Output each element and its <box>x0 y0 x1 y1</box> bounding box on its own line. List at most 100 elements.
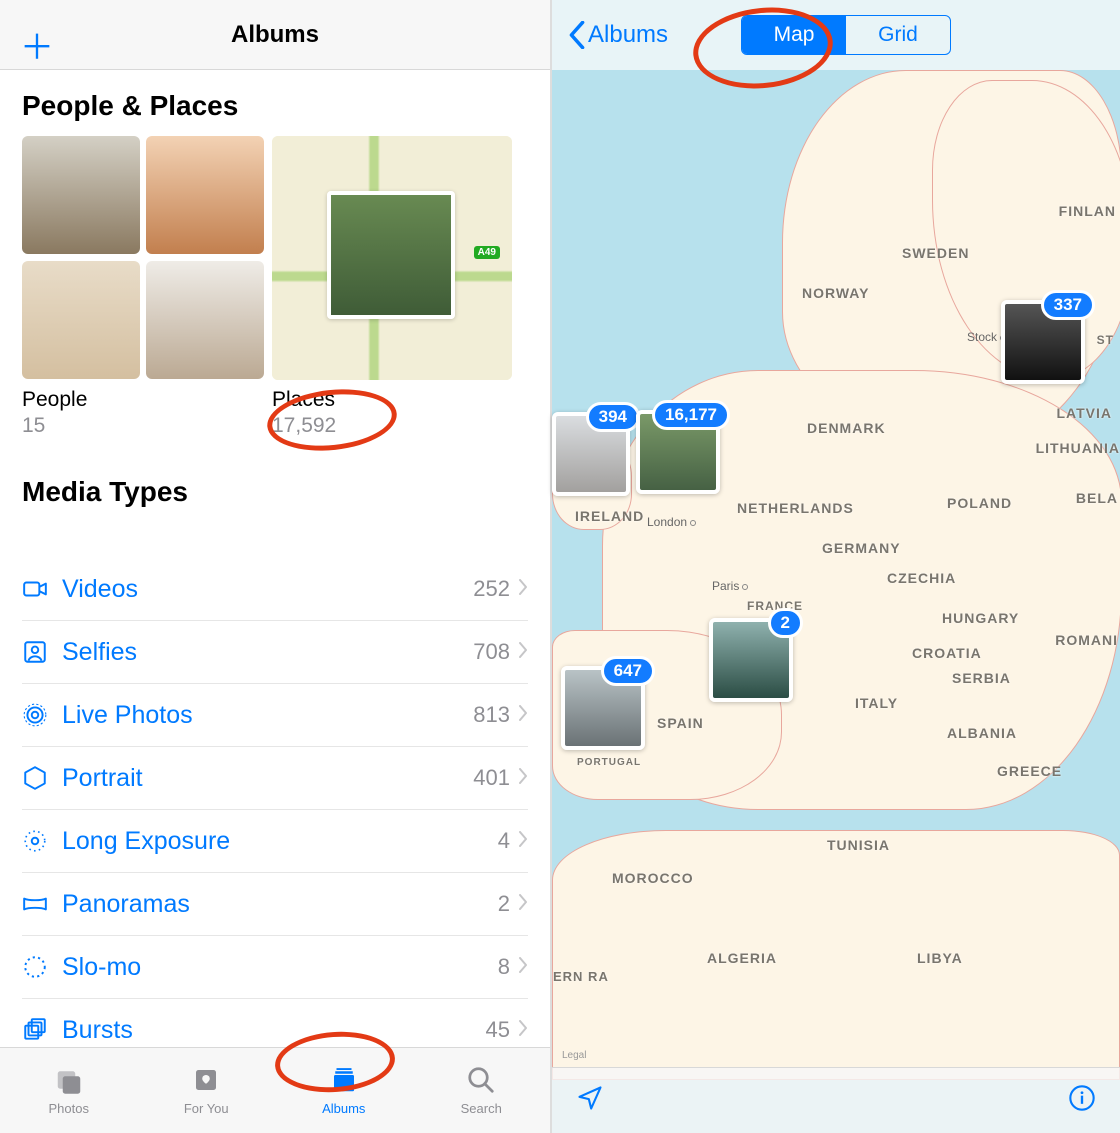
chevron-right-icon <box>518 642 528 663</box>
pano-icon <box>22 891 62 917</box>
albums-content: People & Places A49 People 15 Places 17, <box>0 70 550 1047</box>
country-label: NORWAY <box>802 285 869 301</box>
media-row-portrait[interactable]: Portrait401 <box>22 747 528 810</box>
country-label: TUNISIA <box>827 837 890 853</box>
photo-cluster[interactable]: 337 <box>1001 300 1085 384</box>
media-row-long[interactable]: Long Exposure4 <box>22 810 528 873</box>
media-row-burst[interactable]: Bursts45 <box>22 999 528 1047</box>
road-badge: A49 <box>474 246 500 259</box>
nav-header: ＋ Albums <box>0 0 550 70</box>
photo-cluster[interactable]: 16,177 <box>636 410 720 494</box>
media-count: 708 <box>473 639 510 665</box>
map-toolbar <box>552 1067 1120 1133</box>
country-label: HUNGARY <box>942 610 1019 626</box>
tab-bar: Photos For You Albums Search <box>0 1047 550 1133</box>
media-count: 401 <box>473 765 510 791</box>
places-photo-thumb <box>327 191 455 319</box>
places-map-pane: Albums Map Grid FINLAN SWEDEN NORWAY LAT… <box>552 0 1120 1133</box>
media-count: 2 <box>498 891 510 917</box>
country-label: LITHUANIA <box>1036 440 1120 456</box>
seg-grid[interactable]: Grid <box>846 16 950 54</box>
country-label: ALBANIA <box>947 725 1017 741</box>
country-label: GERMANY <box>822 540 901 556</box>
places-label: Places <box>272 388 512 412</box>
face-thumb <box>146 136 264 254</box>
tab-label: Search <box>461 1101 502 1116</box>
back-button[interactable]: Albums <box>568 21 668 49</box>
city-label: Paris <box>712 579 748 593</box>
tab-icon <box>54 1065 84 1098</box>
country-label: ST <box>1097 333 1114 347</box>
map-view[interactable]: FINLAN SWEDEN NORWAY LATVIA LITHUANIA DE… <box>552 70 1120 1133</box>
tab-icon <box>191 1065 221 1098</box>
tab-search[interactable]: Search <box>413 1065 551 1116</box>
seg-map[interactable]: Map <box>742 16 846 54</box>
chevron-right-icon <box>518 705 528 726</box>
media-row-pano[interactable]: Panoramas2 <box>22 873 528 936</box>
media-row-selfie[interactable]: Selfies708 <box>22 621 528 684</box>
country-label: MOROCCO <box>612 870 694 886</box>
country-label: CROATIA <box>912 645 982 661</box>
albums-pane: ＋ Albums People & Places A49 People 15 <box>0 0 552 1133</box>
country-label: PORTUGAL <box>577 757 641 768</box>
media-row-video[interactable]: Videos252 <box>22 558 528 621</box>
info-button[interactable] <box>1068 1084 1096 1117</box>
tab-label: Photos <box>49 1101 89 1116</box>
country-label: FINLAN <box>1059 203 1116 219</box>
country-label: DENMARK <box>807 420 886 436</box>
selfie-icon <box>22 639 62 665</box>
country-label: LATVIA <box>1056 405 1112 421</box>
country-label: SWEDEN <box>902 245 969 261</box>
tab-icon <box>329 1065 359 1098</box>
photo-cluster[interactable]: 2 <box>709 618 793 702</box>
country-label: SERBIA <box>952 670 1011 686</box>
tab-for-you[interactable]: For You <box>138 1065 276 1116</box>
country-label: ROMANI <box>1055 632 1118 648</box>
face-thumb <box>22 261 140 379</box>
country-label: GREECE <box>997 763 1062 779</box>
country-label: NETHERLANDS <box>737 500 854 516</box>
chevron-right-icon <box>518 894 528 915</box>
chevron-right-icon <box>518 957 528 978</box>
media-count: 252 <box>473 576 510 602</box>
add-button[interactable]: ＋ <box>20 20 54 69</box>
face-thumb <box>146 261 264 379</box>
chevron-right-icon <box>518 1020 528 1041</box>
country-label: LIBYA <box>917 950 963 966</box>
media-label: Portrait <box>62 764 473 793</box>
country-label: SPAIN <box>657 715 704 731</box>
photo-cluster[interactable]: 394 <box>552 412 630 496</box>
media-label: Live Photos <box>62 701 473 730</box>
media-label: Selfies <box>62 638 473 667</box>
location-button[interactable] <box>576 1084 604 1117</box>
media-count: 45 <box>486 1017 510 1043</box>
legal-link[interactable]: Legal <box>562 1050 586 1061</box>
tab-photos[interactable]: Photos <box>0 1065 138 1116</box>
media-row-slomo[interactable]: Slo-mo8 <box>22 936 528 999</box>
tab-albums[interactable]: Albums <box>275 1065 413 1116</box>
face-thumb <box>22 136 140 254</box>
media-count: 813 <box>473 702 510 728</box>
people-album[interactable] <box>22 136 262 380</box>
media-label: Bursts <box>62 1016 486 1045</box>
tab-icon <box>466 1065 496 1098</box>
media-label: Panoramas <box>62 890 498 919</box>
people-label: People <box>22 388 262 412</box>
chevron-right-icon <box>518 768 528 789</box>
country-label: ERN RA <box>553 969 609 984</box>
city-label: London <box>647 515 696 529</box>
tab-label: Albums <box>322 1101 365 1116</box>
places-count: 17,592 <box>272 414 512 438</box>
country-label: POLAND <box>947 495 1012 511</box>
chevron-left-icon <box>568 21 586 49</box>
places-album[interactable]: A49 <box>272 136 512 380</box>
map-grid-segmented-control: Map Grid <box>741 15 951 55</box>
media-count: 8 <box>498 954 510 980</box>
photo-cluster[interactable]: 647 <box>561 666 645 750</box>
media-row-live[interactable]: Live Photos813 <box>22 684 528 747</box>
country-label: BELA <box>1076 490 1118 506</box>
country-label: ALGERIA <box>707 950 777 966</box>
country-label: IRELAND <box>575 508 644 524</box>
people-count: 15 <box>22 414 262 438</box>
back-label: Albums <box>588 21 668 49</box>
